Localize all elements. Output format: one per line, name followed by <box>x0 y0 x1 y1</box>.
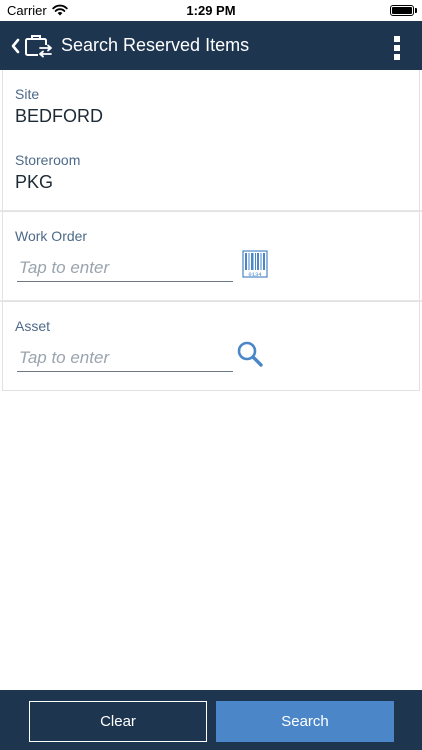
status-bar: Carrier 1:29 PM <box>0 0 422 21</box>
clock: 1:29 PM <box>186 3 236 18</box>
asset-input[interactable] <box>17 346 233 370</box>
asset-field[interactable] <box>17 346 233 372</box>
search-form: Site BEDFORD Storeroom PKG Work Order 01… <box>0 70 422 690</box>
exchange-case-icon <box>25 35 53 58</box>
page-title: Search Reserved Items <box>61 35 250 55</box>
clear-button[interactable]: Clear <box>29 701 207 742</box>
work-order-label: Work Order <box>15 228 88 244</box>
storeroom-value: PKG <box>15 172 54 192</box>
action-bar: Clear Search <box>0 690 422 750</box>
search-button[interactable]: Search <box>216 701 394 742</box>
chevron-left-icon[interactable] <box>9 36 21 56</box>
barcode-digits: 0134 <box>248 271 262 278</box>
work-order-field[interactable] <box>17 256 233 282</box>
site-label: Site <box>15 86 40 102</box>
site-storeroom-card: Site BEDFORD Storeroom PKG <box>2 70 420 211</box>
work-order-card: Work Order 0134 <box>2 211 420 301</box>
more-vertical-icon[interactable] <box>394 36 402 60</box>
asset-card: Asset <box>2 301 420 391</box>
header-bar: Search Reserved Items <box>0 21 422 70</box>
battery-icon <box>390 5 417 16</box>
site-value: BEDFORD <box>15 106 104 126</box>
work-order-input[interactable] <box>17 256 233 280</box>
barcode-scan-icon[interactable]: 0134 <box>242 250 268 278</box>
asset-label: Asset <box>15 318 51 334</box>
search-icon[interactable] <box>236 340 264 368</box>
storeroom-label: Storeroom <box>15 152 81 168</box>
